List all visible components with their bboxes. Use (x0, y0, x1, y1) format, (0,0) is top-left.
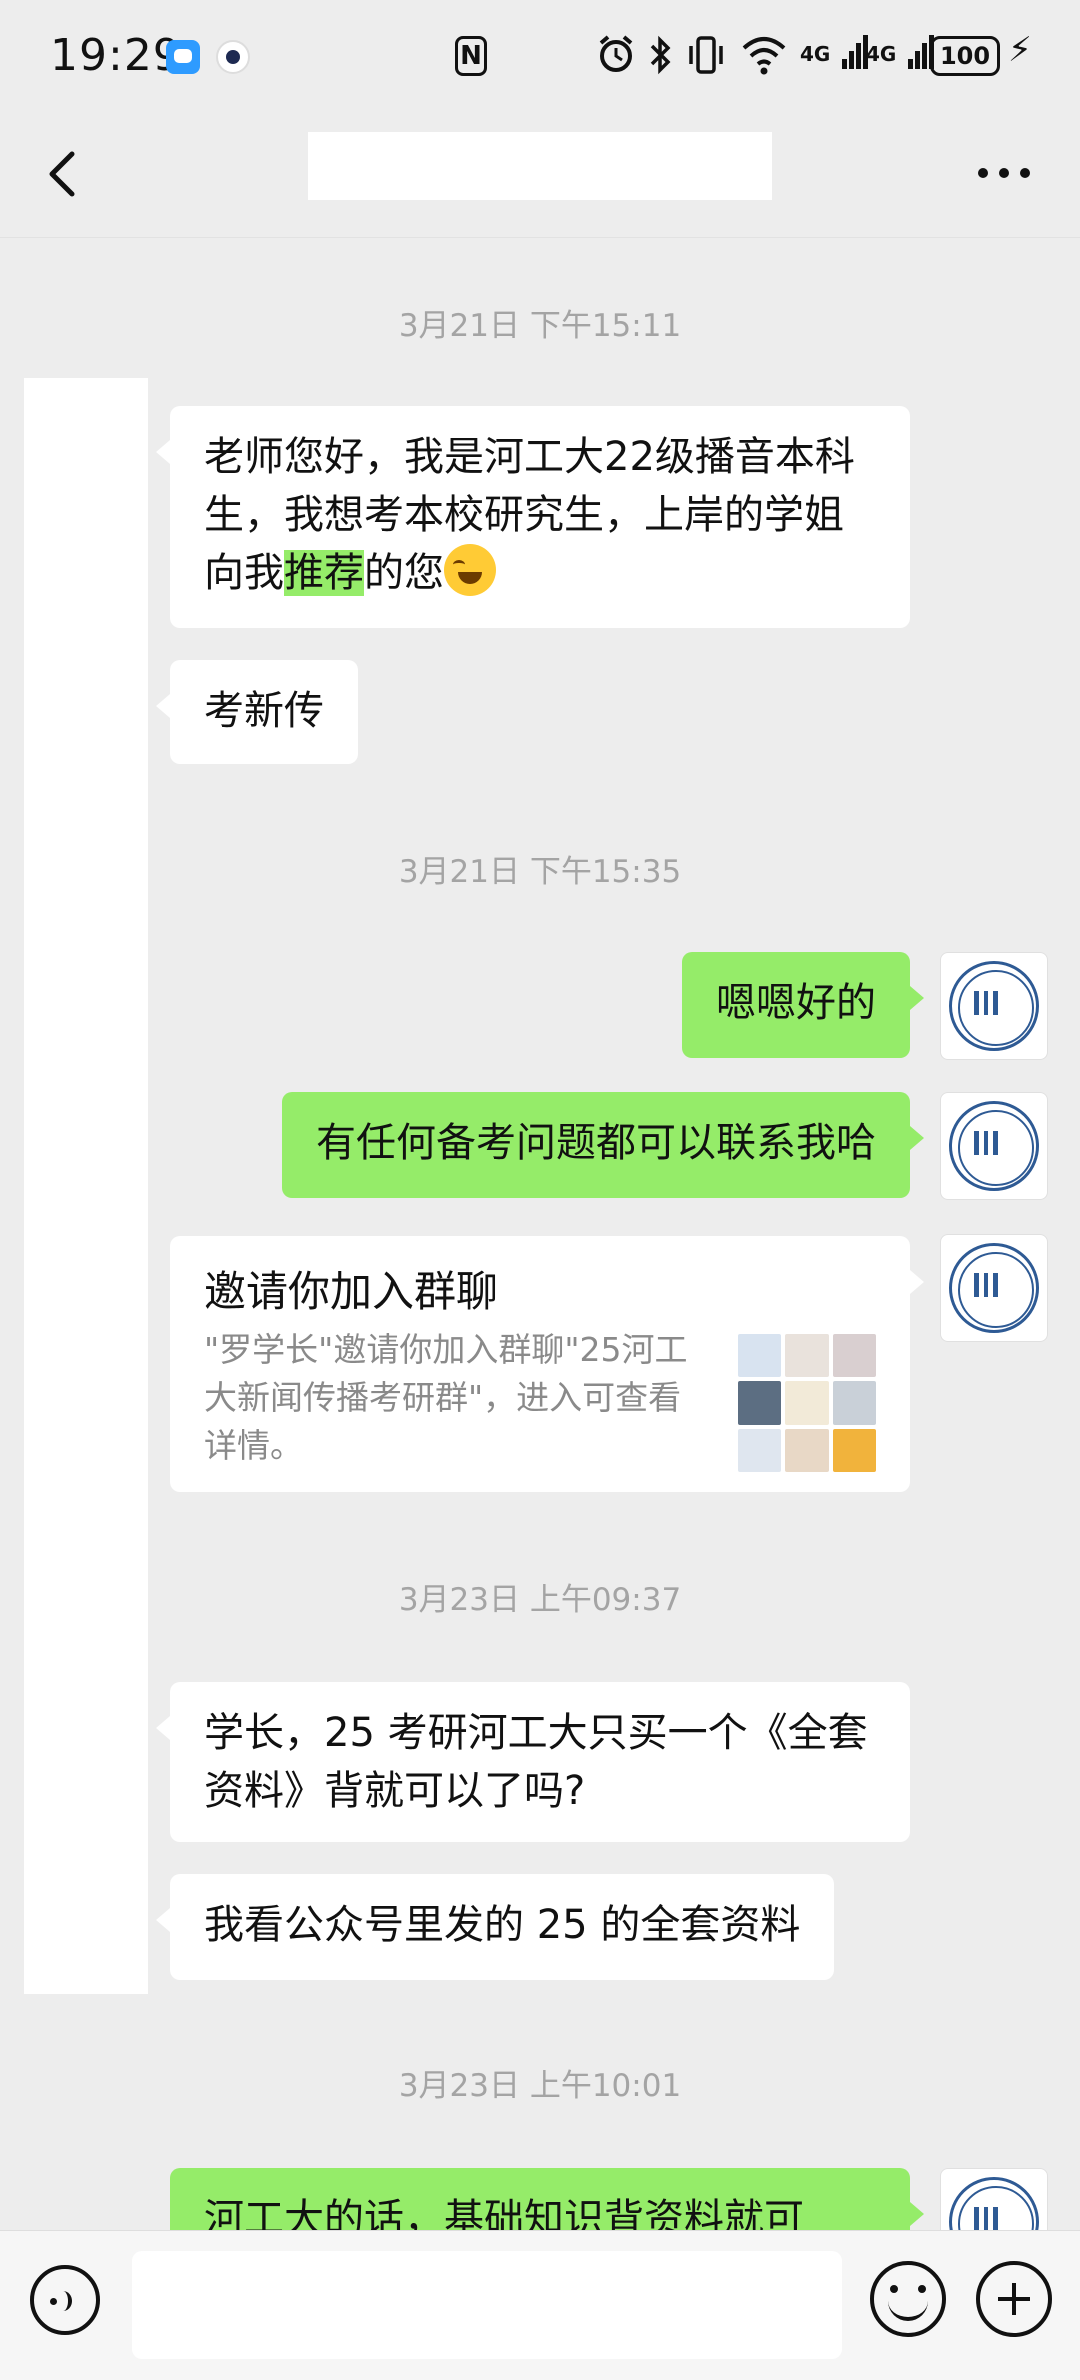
alarm-icon (599, 35, 633, 72)
nfc-icon: N (455, 36, 487, 76)
wifi-icon (742, 37, 786, 75)
sender-avatar-redaction (24, 378, 148, 1994)
more-dots-icon[interactable] (978, 168, 1030, 180)
own-avatar[interactable] (940, 1234, 1048, 1342)
message-text: 学长，25 考研河工大只买一个《全套资料》背就可以了吗? (204, 1710, 868, 1814)
own-avatar[interactable] (940, 1092, 1048, 1200)
message-bubble-incoming[interactable]: 老师您好，我是河工大22级播音本科生，我想考本校研究生，上岸的学姐向我推荐的您 (156, 406, 910, 628)
invite-title: 邀请你加入群聊 (204, 1267, 499, 1316)
timestamp: 3月21日 下午15:11 (398, 308, 682, 344)
bluetooth-icon (650, 35, 671, 75)
back-arrow-icon[interactable] (42, 148, 86, 200)
message-text: 的您 (364, 550, 444, 596)
highlighted-link-text[interactable]: 推荐 (284, 550, 364, 596)
books-logo-icon (974, 1131, 998, 1155)
signal-4g-icon: 4G (800, 30, 868, 78)
voice-icon[interactable] (30, 2265, 100, 2335)
group-avatar-grid (738, 1334, 876, 1472)
signal-bars-icon (841, 35, 868, 69)
chat-app-icon (166, 40, 200, 74)
plus-icon[interactable] (976, 2261, 1052, 2337)
emoji-icon[interactable] (870, 2261, 946, 2337)
browser-app-icon (216, 40, 250, 74)
own-avatar[interactable] (940, 952, 1048, 1060)
message-bubble-incoming[interactable]: 考新传 (156, 660, 358, 764)
message-input-bar (0, 2230, 1080, 2380)
battery-icon: 100 (930, 36, 1000, 76)
chat-title (308, 132, 772, 200)
network-label: 4G (866, 42, 897, 66)
message-text: 考新传 (204, 688, 324, 734)
group-invite-card[interactable]: 邀请你加入群聊 "罗学长"邀请你加入群聊"25河工大新闻传播考研群"，进入可查看… (170, 1236, 924, 1492)
laughing-emoji-icon (444, 544, 496, 596)
message-text: 有任何备考问题都可以联系我哈 (316, 1120, 876, 1166)
vibrate-icon (689, 36, 723, 74)
timestamp: 3月23日 上午09:37 (398, 1582, 682, 1618)
chat-header (0, 110, 1080, 238)
invite-description: "罗学长"邀请你加入群聊"25河工大新闻传播考研群"，进入可查看详情。 (204, 1330, 688, 1465)
network-label: 4G (800, 42, 831, 66)
message-bubble-incoming[interactable]: 我看公众号里发的 25 的全套资料 (155, 1874, 835, 1980)
message-text: 我看公众号里发的 25 的全套资料 (204, 1902, 801, 1948)
own-avatar[interactable] (940, 2168, 1048, 2230)
status-time: 19:29 (50, 30, 182, 81)
status-bar: 19:29 N 4G 4G 100 ⚡ (0, 0, 1080, 110)
books-logo-icon (974, 991, 998, 1015)
chat-message-list[interactable]: 3月21日 下午15:11 老师您好，我是河工大22级播音本科生，我想考本校研究… (0, 238, 1080, 2230)
message-input[interactable] (132, 2251, 842, 2359)
message-bubble-outgoing[interactable]: 河工大的话，基础知识背资料就可 (170, 2168, 924, 2230)
message-bubble-outgoing[interactable]: 嗯嗯好的 (682, 952, 924, 1058)
message-text: 河工大的话，基础知识背资料就可 (204, 2196, 804, 2230)
timestamp: 3月23日 上午10:01 (398, 2068, 682, 2104)
message-text: 嗯嗯好的 (716, 980, 876, 1026)
message-bubble-incoming[interactable]: 学长，25 考研河工大只买一个《全套资料》背就可以了吗? (156, 1682, 910, 1842)
message-bubble-outgoing[interactable]: 有任何备考问题都可以联系我哈 (282, 1092, 924, 1198)
signal-4g-icon: 4G (866, 30, 934, 78)
books-logo-icon (974, 2207, 998, 2230)
books-logo-icon (974, 1273, 998, 1297)
charging-icon: ⚡ (1008, 30, 1032, 70)
timestamp: 3月21日 下午15:35 (398, 854, 682, 890)
